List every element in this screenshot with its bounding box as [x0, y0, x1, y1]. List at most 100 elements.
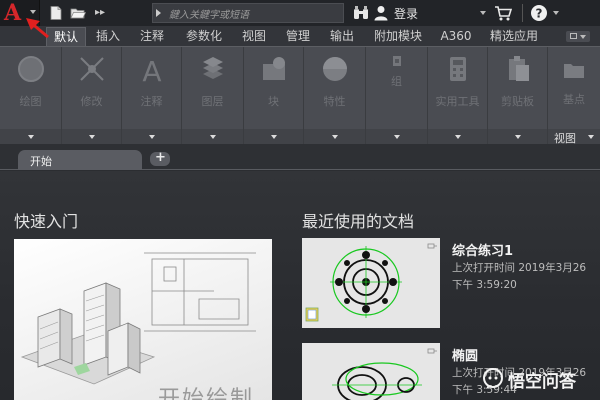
properties-icon[interactable]: [320, 54, 350, 84]
utilities-icon[interactable]: [443, 54, 473, 84]
chevron-down-icon: [27, 135, 34, 139]
panel-group[interactable]: 组: [366, 47, 428, 145]
panel-label: 绘图: [19, 95, 42, 108]
panel-expander[interactable]: [62, 129, 121, 145]
start-drawing-label: 开始绘制: [158, 387, 255, 400]
tab-start[interactable]: 开始: [18, 150, 142, 170]
recent-doc-name[interactable]: 综合练习1: [452, 240, 513, 259]
start-drawing-card[interactable]: 开始绘制: [14, 239, 272, 400]
chevron-down-icon: [270, 135, 277, 139]
new-tab-button[interactable]: +: [150, 150, 170, 166]
drawing-preview-icon: [302, 343, 440, 400]
chevron-down-icon: [580, 35, 586, 39]
tab-start-label: 开始: [30, 155, 52, 168]
panel-layers[interactable]: 图层: [182, 47, 244, 145]
chevron-down-icon: [148, 135, 155, 139]
panel-label: 组: [391, 75, 402, 88]
chevron-down-icon: [588, 135, 594, 139]
panel-annotation[interactable]: A 注释: [122, 47, 182, 145]
user-icon[interactable]: [374, 5, 388, 21]
recent-doc-name[interactable]: 椭圆: [452, 345, 478, 364]
panel-clipboard[interactable]: 剪贴板: [488, 47, 548, 145]
ribbon-panel-area: 绘图 修改 A 注释 图层 块 特性 组 实用工具 剪贴板 基点 视图: [0, 46, 600, 145]
new-file-icon[interactable]: [48, 5, 64, 21]
tab-manage[interactable]: 管理: [278, 27, 318, 46]
recent-documents-title: 最近使用的文档: [302, 212, 415, 231]
login-link[interactable]: 登录: [394, 5, 418, 22]
tab-featured-apps[interactable]: 精选应用: [482, 27, 546, 46]
basepoint-icon[interactable]: [559, 54, 589, 84]
cart-icon[interactable]: [494, 5, 512, 21]
modify-icon[interactable]: [77, 54, 107, 84]
panel-expander[interactable]: [488, 129, 547, 145]
panel-draw[interactable]: 绘图: [0, 47, 62, 145]
binoculars-icon[interactable]: [352, 5, 370, 21]
opened-label: 上次打开时间: [452, 262, 515, 274]
recent-doc-thumbnail[interactable]: [302, 238, 440, 328]
panel-expander[interactable]: [428, 129, 487, 145]
panel-label: 实用工具: [435, 95, 480, 108]
search-placeholder: 鍵入关鍵字或短语: [169, 10, 249, 21]
expand-arrow-icon[interactable]: [156, 9, 161, 17]
chevron-down-icon[interactable]: [480, 11, 486, 15]
clipboard-icon[interactable]: [503, 54, 533, 84]
layers-icon[interactable]: [198, 54, 228, 84]
start-page: 快速入门 最近使用的文档 开始绘制 综合练习1 上次打开时间 2019年3月26…: [0, 171, 600, 400]
search-input[interactable]: 鍵入关鍵字或短语: [152, 3, 344, 23]
panel-expander[interactable]: [304, 129, 365, 145]
ribbon-tab-bar: 默认 插入 注释 参数化 视图 管理 输出 附加模块 A360 精选应用: [0, 26, 600, 46]
annotation-icon[interactable]: A: [137, 54, 167, 84]
chevron-down-icon: [88, 135, 95, 139]
tab-a360[interactable]: A360: [434, 27, 478, 46]
panel-expander[interactable]: [244, 129, 303, 145]
panel-block[interactable]: 块: [244, 47, 304, 145]
panel-expander[interactable]: [366, 129, 427, 145]
chevron-down-icon: [209, 135, 216, 139]
panel-modify[interactable]: 修改: [62, 47, 122, 145]
panel-label: 块: [268, 95, 279, 108]
panel-expander[interactable]: 视图: [548, 129, 600, 145]
svg-text:?: ?: [536, 7, 543, 21]
chevron-down-icon: [30, 10, 36, 14]
panel-label: 注释: [140, 95, 163, 108]
quick-start-title: 快速入门: [14, 212, 79, 231]
watermark-text: 悟空问答: [508, 372, 576, 392]
opened-date: 2019年3月26: [518, 262, 587, 274]
recent-doc-time: 下午 3:59:20: [452, 279, 517, 291]
file-tab-bar: 开始 +: [0, 144, 600, 170]
panel-properties[interactable]: 特性: [304, 47, 366, 145]
tab-view[interactable]: 视图: [234, 27, 274, 46]
tab-annotate[interactable]: 注释: [132, 27, 172, 46]
open-folder-icon[interactable]: [70, 5, 86, 21]
building-illustration-icon: [20, 252, 256, 385]
separator: [522, 4, 523, 22]
title-bar: A ▸▸ 鍵入关鍵字或短语 登录 ?: [0, 0, 600, 26]
pin-icon[interactable]: [427, 242, 437, 250]
chevron-down-icon: [393, 135, 400, 139]
pin-icon[interactable]: [427, 347, 437, 355]
panel-view[interactable]: 基点 视图: [548, 47, 600, 145]
application-menu-button[interactable]: A: [0, 0, 40, 26]
panel-expander[interactable]: [182, 129, 243, 145]
panel-expander[interactable]: [0, 129, 61, 145]
chevron-down-icon[interactable]: [553, 11, 559, 15]
tab-addins[interactable]: 附加模块: [366, 27, 430, 46]
more-commands-icon[interactable]: ▸▸: [95, 5, 111, 21]
tab-parametric[interactable]: 参数化: [178, 27, 230, 46]
chat-bubble-logo-icon: [483, 368, 503, 389]
panel-label: 图层: [201, 95, 224, 108]
help-icon[interactable]: ?: [530, 4, 548, 22]
panel-expander[interactable]: [122, 129, 181, 145]
draw-icon[interactable]: [16, 54, 46, 84]
chevron-down-icon: [454, 135, 461, 139]
ribbon-minimize-button[interactable]: [566, 31, 590, 42]
block-icon[interactable]: [259, 54, 289, 84]
recent-doc-thumbnail[interactable]: [302, 343, 440, 400]
tab-output[interactable]: 输出: [322, 27, 362, 46]
tab-default[interactable]: 默认: [46, 27, 86, 46]
panel-label: 修改: [80, 95, 103, 108]
recent-doc-opened: 上次打开时间 2019年3月26: [452, 260, 586, 275]
tab-insert[interactable]: 插入: [88, 27, 128, 46]
chevron-down-icon: [514, 135, 521, 139]
panel-utilities[interactable]: 实用工具: [428, 47, 488, 145]
